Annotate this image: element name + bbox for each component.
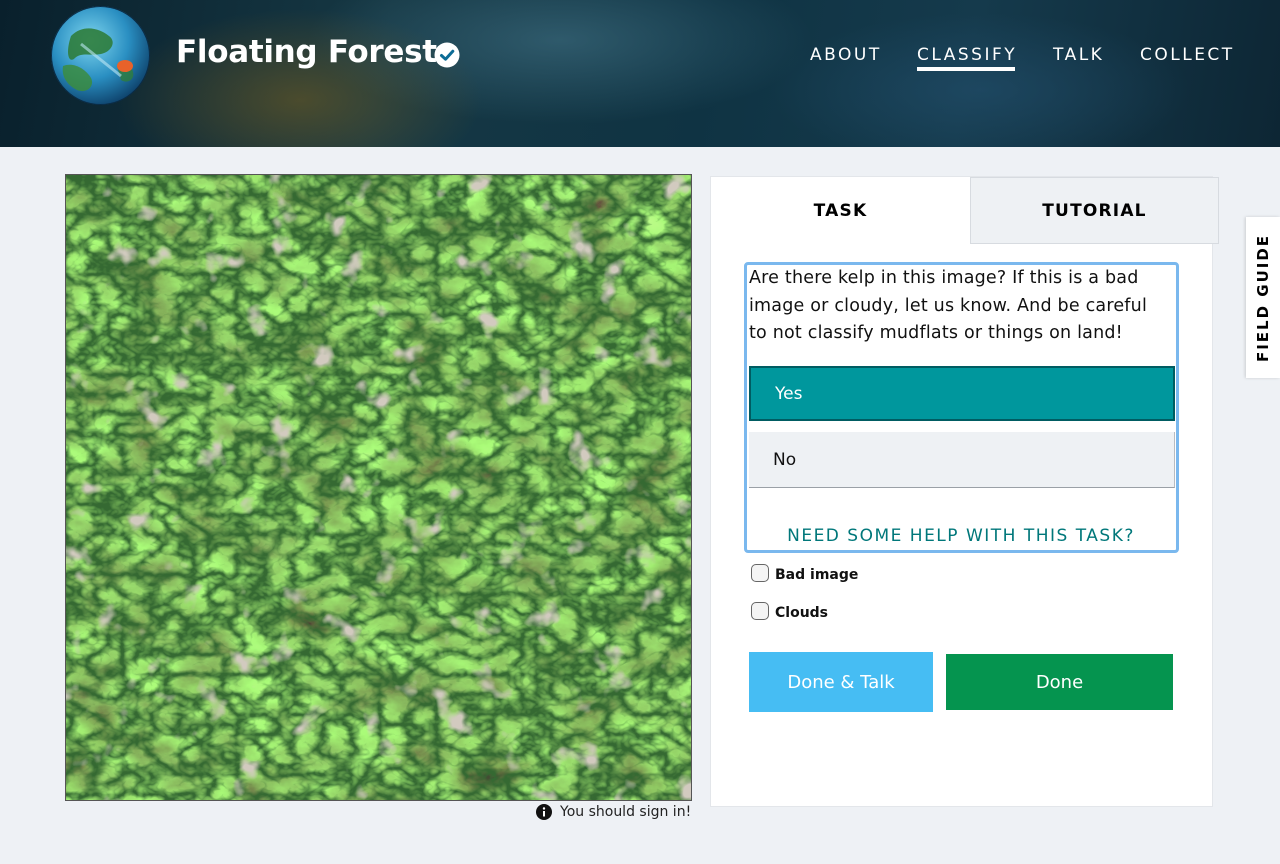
- field-guide-tab[interactable]: FIELD GUIDE: [1246, 217, 1280, 378]
- answer-yes-label: Yes: [775, 383, 803, 404]
- verified-check-icon: [434, 42, 460, 68]
- bad-image-checkbox-row[interactable]: Bad image: [751, 563, 858, 583]
- site-title[interactable]: Floating Forests: [176, 34, 455, 70]
- info-circle-icon: [536, 804, 552, 820]
- satellite-image-icon: [66, 175, 691, 800]
- field-guide-label: FIELD GUIDE: [1254, 233, 1272, 362]
- tab-tutorial[interactable]: TUTORIAL: [970, 177, 1219, 244]
- nav-about[interactable]: ABOUT: [810, 45, 882, 65]
- done-and-talk-button[interactable]: Done & Talk: [749, 652, 933, 712]
- nav-active-underline: [917, 67, 1015, 71]
- clouds-checkbox-row[interactable]: Clouds: [751, 601, 828, 621]
- answer-no-label: No: [773, 449, 797, 470]
- task-help-link[interactable]: NEED SOME HELP WITH THIS TASK?: [748, 526, 1174, 546]
- bad-image-label: Bad image: [775, 567, 859, 583]
- subject-image[interactable]: [65, 174, 692, 801]
- nav-talk[interactable]: TALK: [1053, 45, 1104, 65]
- earth-globe-logo-icon: [51, 6, 150, 105]
- clouds-label: Clouds: [775, 605, 829, 621]
- done-button[interactable]: Done: [946, 654, 1173, 710]
- sign-in-text: You should sign in!: [560, 804, 692, 820]
- task-question: Are there kelp in this image? If this is…: [749, 268, 1148, 343]
- nav-classify[interactable]: CLASSIFY: [917, 45, 1017, 65]
- project-logo[interactable]: [51, 6, 150, 105]
- tab-task[interactable]: TASK: [711, 177, 970, 244]
- answer-no-button[interactable]: No: [749, 432, 1175, 488]
- answer-yes-button[interactable]: Yes: [749, 366, 1175, 421]
- clouds-checkbox[interactable]: [751, 602, 769, 620]
- sign-in-notice: You should sign in!: [536, 804, 691, 820]
- bad-image-checkbox[interactable]: [751, 564, 769, 582]
- site-header: Floating Forests ABOUT CLASSIFY TALK COL…: [0, 0, 1280, 147]
- nav-collect[interactable]: COLLECT: [1140, 45, 1235, 65]
